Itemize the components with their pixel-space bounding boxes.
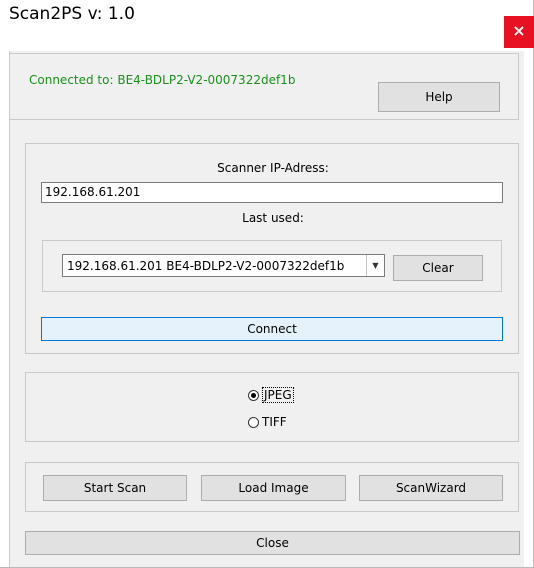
scanner-ip-input[interactable]: 192.168.61.201 [41,182,503,203]
radio-tiff[interactable]: TIFF [248,415,287,429]
clear-button[interactable]: Clear [393,255,483,281]
radio-jpeg-label: JPEG [262,387,294,403]
start-scan-label: Start Scan [83,481,147,495]
radio-jpeg[interactable]: JPEG [248,387,294,403]
title-bar: Scan2PS v: 1.0 [0,0,533,32]
connect-button-label: Connect [247,322,297,336]
close-button[interactable]: Close [25,531,520,555]
radio-tiff-label: TIFF [262,415,287,429]
connection-group: Connected to: BE4-BDLP2-V2-0007322def1b … [9,53,519,120]
last-used-selected-value: 192.168.61.201 BE4-BDLP2-V2-0007322def1b [67,259,345,273]
start-scan-button[interactable]: Start Scan [43,475,187,501]
help-button-label: Help [425,90,453,104]
load-image-button[interactable]: Load Image [201,475,346,501]
scan-wizard-label: ScanWizard [395,481,467,495]
connect-button[interactable]: Connect [41,317,503,341]
connection-status: Connected to: BE4-BDLP2-V2-0007322def1b [29,73,296,87]
help-button[interactable]: Help [378,82,500,112]
app-window: Scan2PS v: 1.0 × Connected to: BE4-BDLP2… [0,0,534,568]
chevron-down-icon[interactable]: ▼ [366,255,384,276]
radio-tiff-indicator [248,416,259,428]
close-icon: × [512,21,526,40]
window-title: Scan2PS v: 1.0 [9,4,135,24]
format-group: JPEG TIFF [25,372,519,442]
radio-jpeg-indicator [248,389,259,401]
close-button-label: Close [256,536,289,550]
scan-wizard-button[interactable]: ScanWizard [359,475,503,501]
clear-button-label: Clear [422,261,454,275]
load-image-label: Load Image [238,481,309,495]
last-used-group: 192.168.61.201 BE4-BDLP2-V2-0007322def1b… [42,240,502,292]
scanner-group: Scanner IP-Adress: 192.168.61.201 Last u… [25,143,519,354]
last-used-label: Last used: [242,211,304,225]
last-used-select[interactable]: 192.168.61.201 BE4-BDLP2-V2-0007322def1b… [62,254,385,277]
scanner-ip-label: Scanner IP-Adress: [217,161,329,175]
window-close-button[interactable]: × [504,16,534,48]
actions-group: Start Scan Load Image ScanWizard [25,462,519,512]
